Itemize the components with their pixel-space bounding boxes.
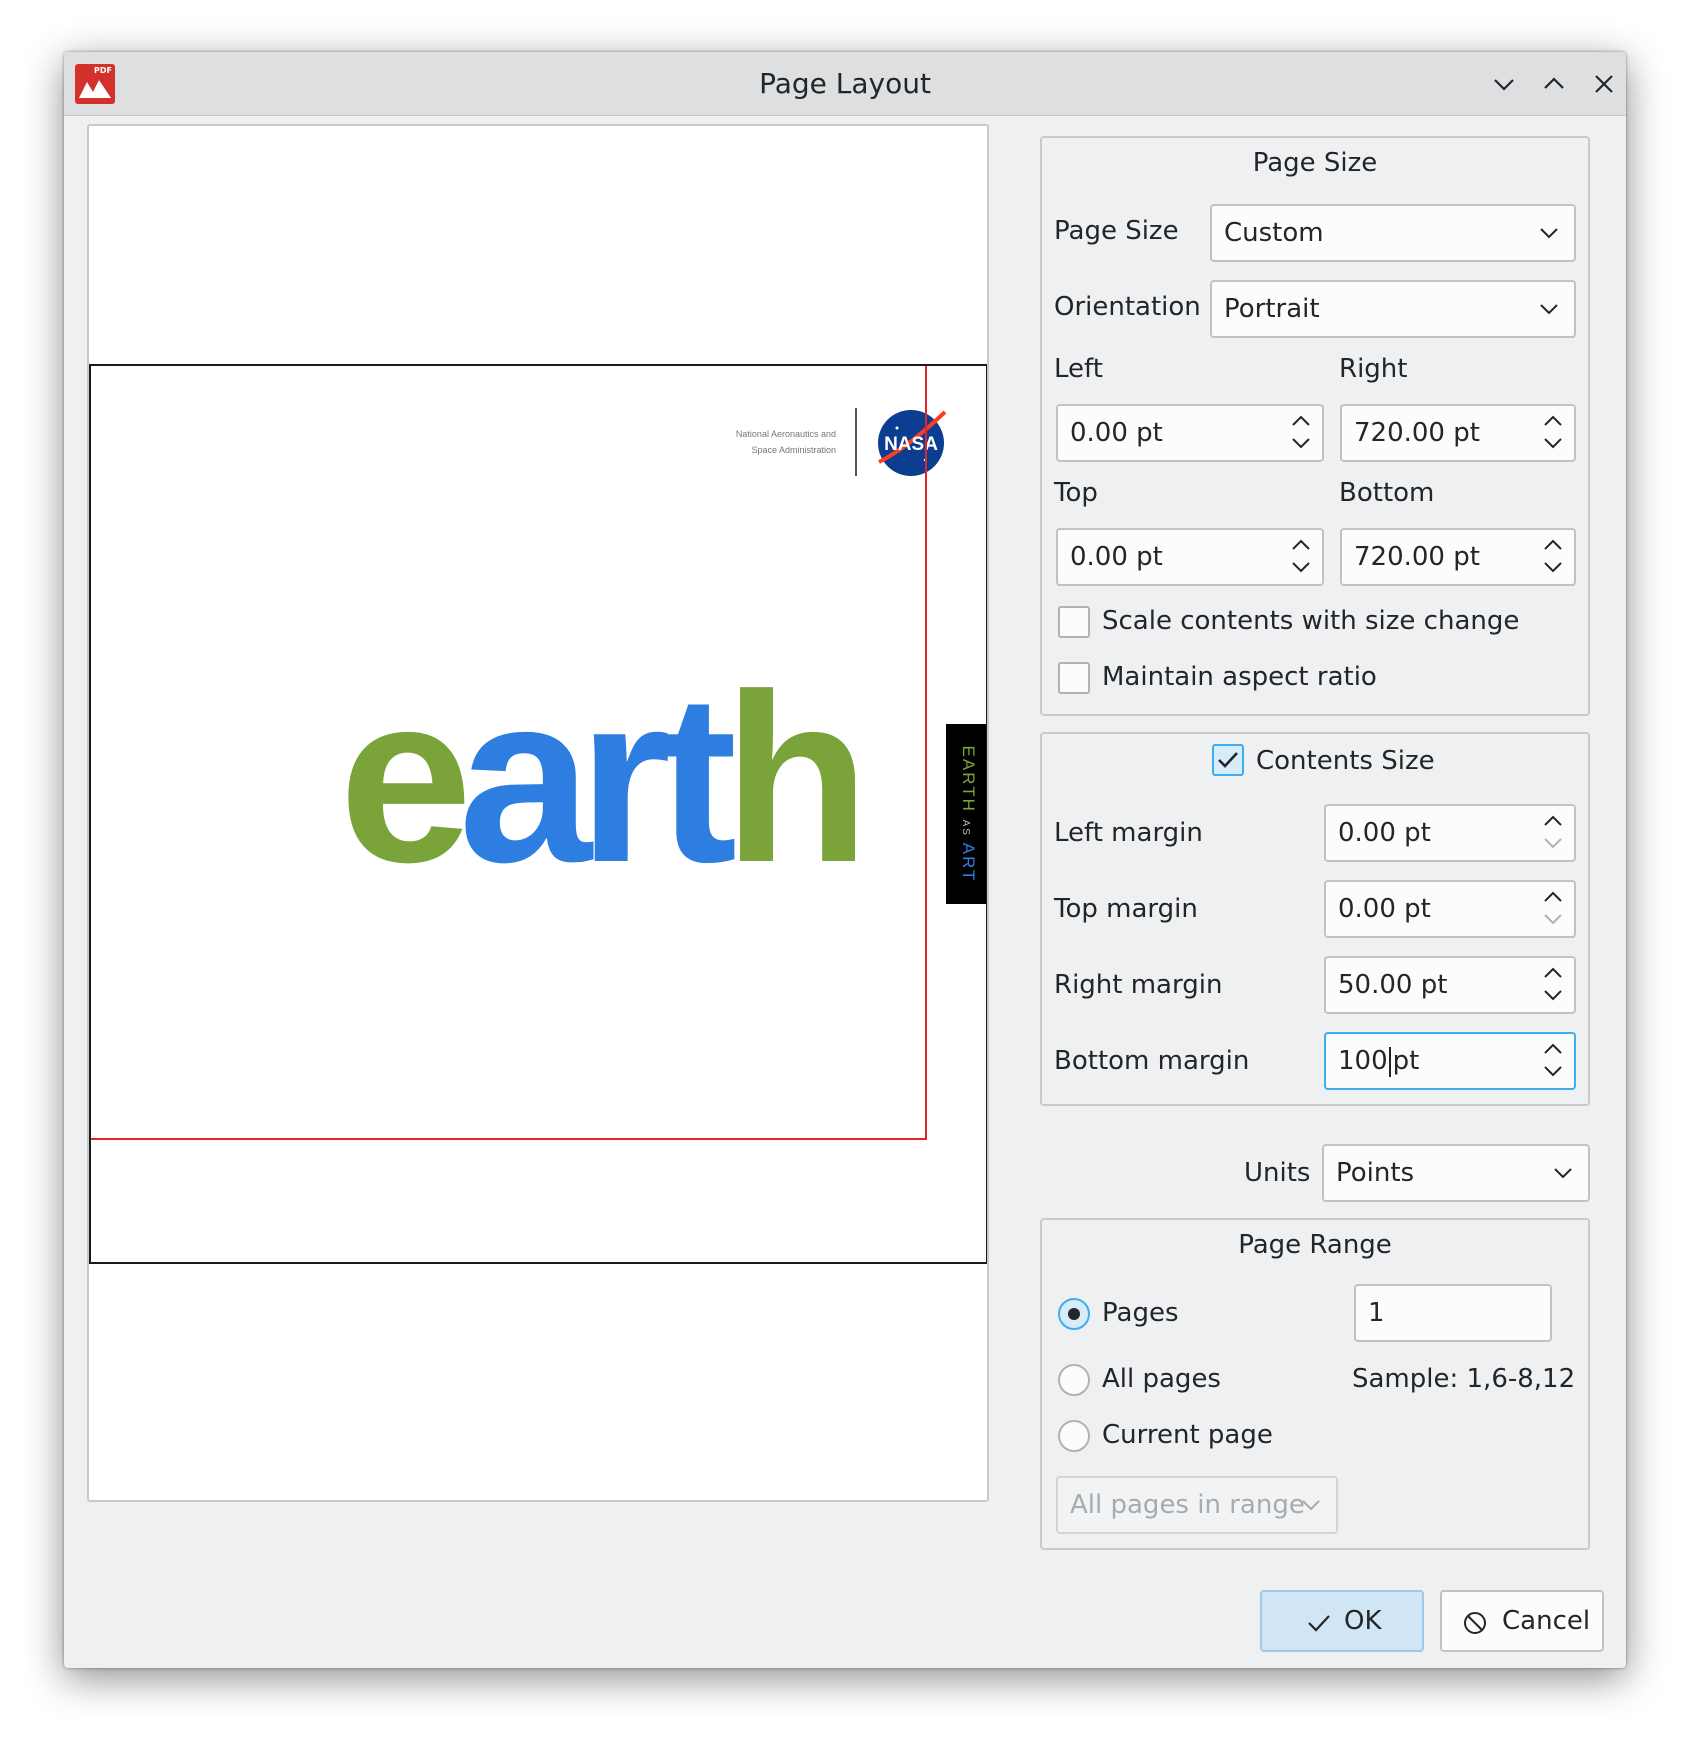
text-cursor xyxy=(1388,1046,1391,1077)
units-combo[interactable]: Points xyxy=(1322,1144,1590,1202)
chevron-up-icon[interactable] xyxy=(1542,888,1564,906)
left-margin-spinbox[interactable]: 0.00 pt xyxy=(1324,804,1576,862)
cancel-button[interactable]: Cancel xyxy=(1440,1590,1604,1652)
current-page-radio[interactable] xyxy=(1058,1420,1090,1452)
chevron-down-icon xyxy=(1494,79,1514,91)
contents-size-title[interactable]: Contents Size xyxy=(1256,746,1435,776)
chevron-up-icon[interactable] xyxy=(1542,536,1564,554)
minimize-button[interactable] xyxy=(1486,66,1522,102)
dialog-body: National Aeronautics and Space Administr… xyxy=(64,116,1626,1668)
chevron-down-icon xyxy=(1540,228,1558,239)
right-margin-label: Right margin xyxy=(1054,970,1223,1000)
chevron-up-icon[interactable] xyxy=(1542,812,1564,830)
cancel-icon xyxy=(1464,1612,1486,1634)
close-button[interactable] xyxy=(1586,66,1622,102)
chevron-down-icon xyxy=(1302,1500,1320,1511)
chevron-up-icon[interactable] xyxy=(1290,536,1312,554)
chevron-up-icon[interactable] xyxy=(1290,412,1312,430)
svg-text:NASA: NASA xyxy=(884,434,938,455)
pages-sample-text: Sample: 1,6-8,12 xyxy=(1352,1364,1576,1394)
nasa-agency-text: National Aeronautics and Space Administr… xyxy=(735,429,836,455)
ok-button[interactable]: OK xyxy=(1260,1590,1424,1652)
current-page-radio-label[interactable]: Current page xyxy=(1102,1420,1273,1450)
pages-input[interactable]: 1 xyxy=(1354,1284,1552,1342)
chevron-down-icon xyxy=(1554,1168,1572,1179)
bottom-margin-label: Bottom margin xyxy=(1054,1046,1250,1076)
top-margin-label: Top margin xyxy=(1054,894,1198,924)
pages-radio-label[interactable]: Pages xyxy=(1102,1298,1179,1328)
right-label: Right xyxy=(1339,354,1408,384)
orientation-combo[interactable]: Portrait xyxy=(1210,280,1576,338)
page-subset-combo: All pages in range xyxy=(1056,1476,1338,1534)
content-bottom-margin-line xyxy=(91,1138,927,1140)
bottom-spinbox[interactable]: 720.00 pt xyxy=(1340,528,1576,586)
right-margin-spinbox[interactable]: 50.00 pt xyxy=(1324,956,1576,1014)
page-size-label: Page Size xyxy=(1054,216,1179,246)
page-preview: National Aeronautics and Space Administr… xyxy=(87,124,989,1502)
left-spinbox[interactable]: 0.00 pt xyxy=(1056,404,1324,462)
bottom-margin-spinbox[interactable]: 100 pt xyxy=(1324,1032,1576,1090)
earth-as-art-banner: EARTH AS ART xyxy=(946,724,986,904)
page-layout-dialog: PDF Page Layout National Aeronautics and… xyxy=(64,52,1626,1668)
page-range-group: Page Range Pages 1 All pages Sample: 1,6… xyxy=(1040,1218,1590,1550)
top-margin-spinbox[interactable]: 0.00 pt xyxy=(1324,880,1576,938)
pages-radio[interactable] xyxy=(1058,1298,1090,1330)
chevron-down-icon xyxy=(1540,304,1558,315)
nasa-logo-icon: NASA xyxy=(877,408,947,478)
all-pages-radio-label[interactable]: All pages xyxy=(1102,1364,1221,1394)
page-size-group: Page Size Page Size Custom Orientation P… xyxy=(1040,136,1590,716)
maximize-button[interactable] xyxy=(1536,66,1572,102)
checkmark-icon xyxy=(1308,1615,1330,1632)
top-label: Top xyxy=(1054,478,1098,508)
earth-title-graphic: earth xyxy=(339,644,870,912)
chevron-down-icon[interactable] xyxy=(1542,558,1564,576)
chevron-down-icon[interactable] xyxy=(1542,986,1564,1004)
chevron-up-icon[interactable] xyxy=(1542,964,1564,982)
page-size-combo[interactable]: Custom xyxy=(1210,204,1576,262)
scale-contents-checkbox[interactable] xyxy=(1058,606,1090,638)
title-bar: PDF Page Layout xyxy=(64,52,1626,116)
chevron-up-icon xyxy=(1544,77,1564,89)
all-pages-radio[interactable] xyxy=(1058,1364,1090,1396)
right-spinbox[interactable]: 720.00 pt xyxy=(1340,404,1576,462)
bottom-label: Bottom xyxy=(1339,478,1435,508)
scale-contents-label[interactable]: Scale contents with size change xyxy=(1102,606,1519,636)
maintain-aspect-label[interactable]: Maintain aspect ratio xyxy=(1102,662,1377,692)
dialog-title: Page Layout xyxy=(759,67,931,100)
page-range-title: Page Range xyxy=(1238,1230,1392,1260)
page-size-group-title: Page Size xyxy=(1252,148,1378,178)
content-right-margin-line xyxy=(925,366,927,1140)
units-label: Units xyxy=(1244,1158,1311,1188)
orientation-label: Orientation xyxy=(1054,292,1201,322)
logo-divider xyxy=(855,408,857,476)
top-spinbox[interactable]: 0.00 pt xyxy=(1056,528,1324,586)
checkmark-icon xyxy=(1218,752,1238,768)
chevron-down-icon[interactable] xyxy=(1542,1062,1564,1080)
page-outline: National Aeronautics and Space Administr… xyxy=(89,364,987,1264)
contents-size-group: Contents Size Left margin 0.00 pt Top ma… xyxy=(1040,732,1590,1106)
chevron-up-icon[interactable] xyxy=(1542,412,1564,430)
chevron-up-icon[interactable] xyxy=(1542,1040,1564,1058)
contents-size-checkbox[interactable] xyxy=(1212,744,1244,776)
chevron-down-icon[interactable] xyxy=(1290,434,1312,452)
maintain-aspect-checkbox[interactable] xyxy=(1058,662,1090,694)
chevron-down-icon[interactable] xyxy=(1290,558,1312,576)
left-label: Left xyxy=(1054,354,1103,384)
close-icon xyxy=(1595,75,1613,93)
chevron-down-icon[interactable] xyxy=(1542,910,1564,928)
left-margin-label: Left margin xyxy=(1054,818,1203,848)
chevron-down-icon[interactable] xyxy=(1542,834,1564,852)
chevron-down-icon[interactable] xyxy=(1542,434,1564,452)
